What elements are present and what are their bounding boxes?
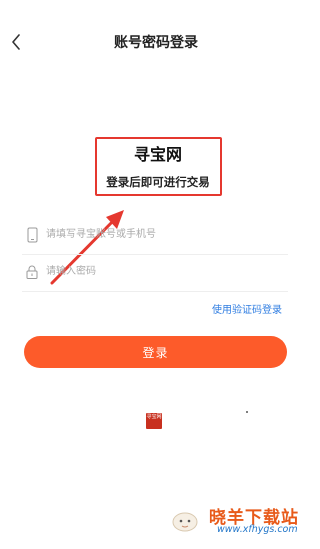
sheep-logo-icon (172, 512, 198, 532)
header: 账号密码登录 (0, 0, 312, 90)
page-title: 账号密码登录 (114, 35, 198, 51)
account-field (22, 215, 288, 255)
account-input[interactable] (46, 222, 288, 247)
annotation-highlight-box (95, 137, 222, 196)
decorative-dot (246, 411, 248, 413)
sms-login-link[interactable]: 使用验证码登录 (212, 301, 282, 316)
watermark-url: www.xfhygs.com (217, 524, 298, 535)
watermark: 晓羊下载站 www.xfhygs.com (171, 503, 306, 537)
brand-stamp-logo: 寻宝网 (146, 413, 162, 429)
login-button[interactable]: 登录 (24, 336, 287, 368)
login-screen: 账号密码登录 寻宝网 登录后即可进行交易 使用验证码登录 登录 寻宝网 (0, 0, 312, 549)
lock-icon (24, 263, 40, 281)
phone-icon (24, 226, 40, 244)
password-input[interactable] (46, 259, 288, 284)
password-field (22, 252, 288, 292)
